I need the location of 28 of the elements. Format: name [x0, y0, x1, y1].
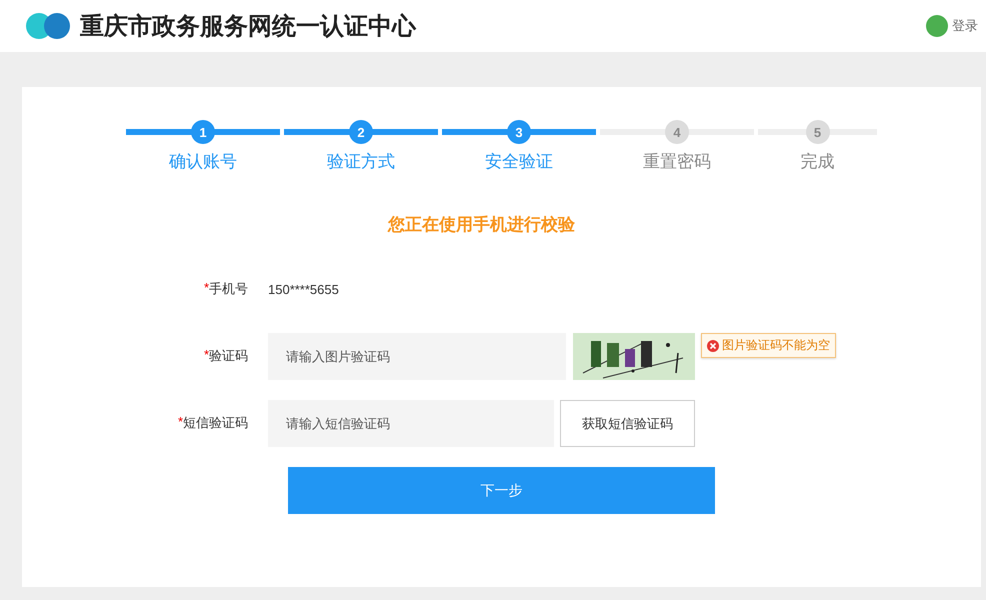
- required-mark: *: [178, 414, 183, 431]
- step-number: 1: [191, 120, 215, 144]
- captcha-input[interactable]: 请输入图片验证码: [268, 333, 566, 380]
- required-mark: *: [204, 280, 209, 297]
- logo-icon: [26, 12, 70, 40]
- step-label: 重置密码: [643, 151, 711, 173]
- next-button[interactable]: 下一步: [288, 467, 715, 514]
- step-number: 5: [806, 120, 830, 144]
- step-number: 4: [665, 120, 689, 144]
- get-sms-code-button[interactable]: 获取短信验证码: [560, 400, 695, 447]
- step-label: 完成: [800, 151, 834, 173]
- login-link[interactable]: 登录: [952, 17, 978, 35]
- site-title: 重庆市政务服务网统一认证中心: [80, 12, 418, 42]
- sms-code-input[interactable]: 请输入短信验证码: [268, 400, 554, 447]
- step-label: 安全验证: [485, 151, 553, 173]
- step-label: 确认账号: [169, 151, 237, 173]
- step-label: 验证方式: [327, 151, 395, 173]
- error-message: 图片验证码不能为空: [722, 337, 830, 354]
- field-label: 短信验证码: [183, 414, 248, 432]
- verification-heading: 您正在使用手机进行校验: [386, 214, 576, 236]
- step-number: 3: [507, 120, 531, 144]
- required-mark: *: [204, 347, 209, 364]
- field-label: 验证码: [209, 347, 248, 365]
- user-avatar-icon: [926, 15, 948, 37]
- field-label: 手机号: [209, 280, 248, 298]
- phone-number: 150****5655: [268, 281, 339, 297]
- step-number: 2: [349, 120, 373, 144]
- error-icon: [707, 340, 719, 352]
